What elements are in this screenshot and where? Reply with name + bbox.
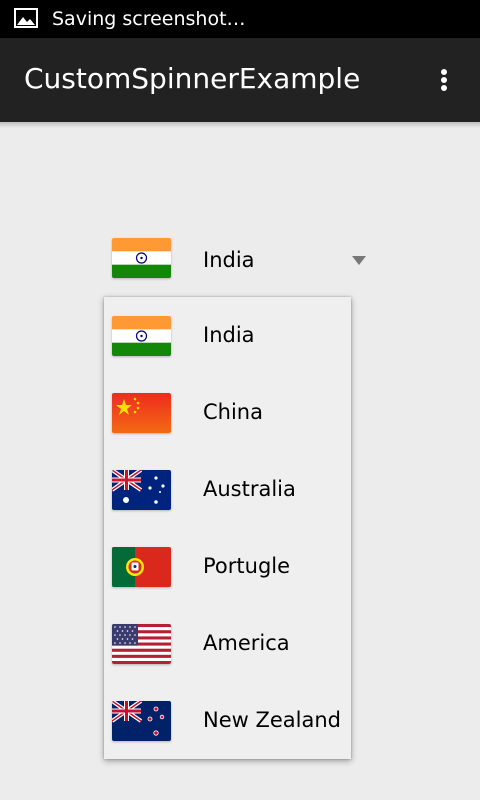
dropdown-item-label: America	[203, 631, 290, 655]
dropdown-item-australia[interactable]: Australia	[104, 451, 351, 528]
australia-flag-icon	[112, 470, 171, 510]
usa-flag-icon	[112, 624, 171, 664]
dropdown-item-portugal[interactable]: Portugle	[104, 528, 351, 605]
image-icon	[14, 8, 38, 28]
china-flag-icon	[112, 393, 171, 433]
dropdown-item-label: China	[203, 400, 263, 424]
india-flag-icon	[112, 238, 171, 278]
spinner-selected-label: India	[203, 248, 255, 272]
dropdown-item-america[interactable]: America	[104, 605, 351, 682]
dropdown-item-label: India	[203, 323, 255, 347]
overflow-menu-icon[interactable]	[430, 60, 458, 100]
dropdown-item-label: New Zealand	[203, 708, 341, 732]
india-flag-icon	[112, 316, 171, 356]
dropdown-item-new-zealand[interactable]: New Zealand	[104, 682, 351, 759]
country-spinner[interactable]: India	[104, 232, 380, 290]
action-bar-shadow	[0, 122, 480, 128]
new-zealand-flag-icon	[112, 701, 171, 741]
action-bar: CustomSpinnerExample	[0, 38, 480, 122]
portugal-flag-icon	[112, 547, 171, 587]
status-notification-text: Saving screenshot…	[52, 8, 246, 30]
dropdown-item-india[interactable]: India	[104, 297, 351, 374]
dropdown-item-label: Portugle	[203, 554, 291, 578]
dropdown-arrow-icon	[352, 256, 366, 265]
app-title: CustomSpinnerExample	[24, 62, 361, 95]
country-dropdown-list: India China Australia Portugle America N…	[104, 297, 351, 759]
dropdown-item-label: Australia	[203, 477, 296, 501]
dropdown-item-china[interactable]: China	[104, 374, 351, 451]
status-bar: Saving screenshot…	[0, 0, 480, 38]
